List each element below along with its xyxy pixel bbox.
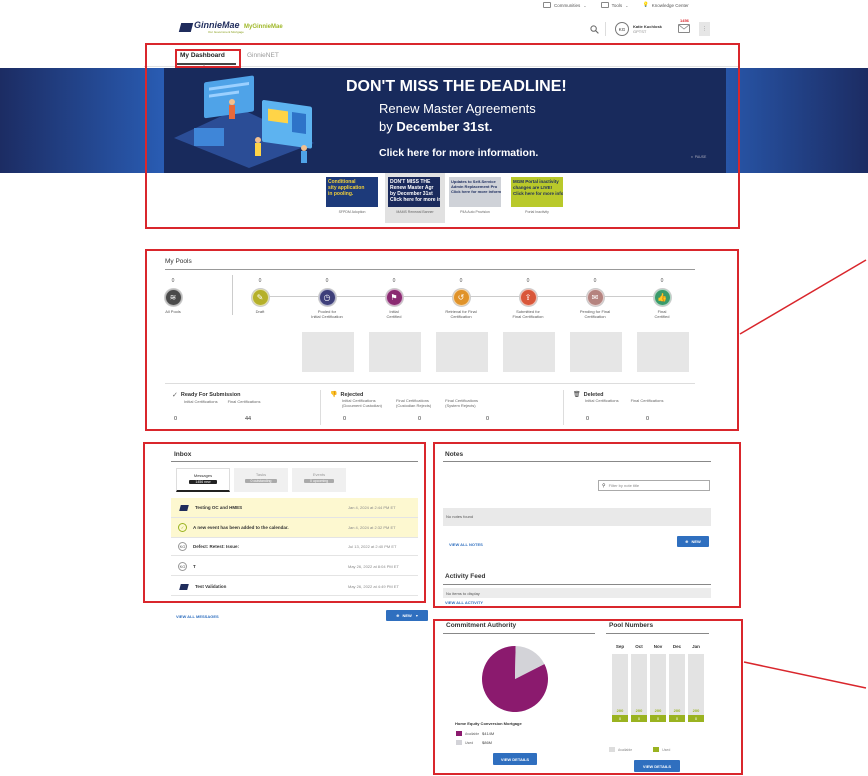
knowledge-center-link[interactable]: Knowledge Center: [652, 3, 689, 8]
portal-name: MyGinnieMae: [244, 24, 283, 30]
communities-icon: [543, 2, 551, 8]
ginnie-mae-logo[interactable]: GinnieMae Our Government Mortgage: [178, 20, 244, 34]
apps-icon[interactable]: ⋮: [699, 22, 710, 36]
annotation-box-inbox: [143, 442, 426, 603]
new-button-label: NEW: [402, 613, 412, 618]
tools-icon: [600, 2, 609, 8]
annotation-box-banner: [145, 43, 740, 229]
annotation-box-notes: [433, 442, 741, 608]
chevron-down-icon: ▾: [415, 613, 418, 618]
view-all-messages-link[interactable]: VIEW ALL MESSAGES: [176, 614, 219, 619]
tools-link[interactable]: Tools: [612, 3, 623, 8]
logo-text: GinnieMae: [194, 20, 240, 30]
annotation-box-tab: [175, 49, 241, 68]
chevron-down-icon: ⌄: [625, 2, 629, 8]
plus-icon: ⊕: [396, 613, 400, 618]
logo-tagline: Our Government Mortgage: [208, 30, 244, 34]
annotation-arrow: [743, 661, 867, 689]
logo-mark-icon: [178, 22, 194, 32]
top-links: Communities ⌄ Tools ⌄ 💡 Knowledge Center: [543, 2, 689, 8]
annotation-arrow: [739, 259, 867, 335]
inbox-envelope-icon[interactable]: [678, 24, 690, 33]
user-sub: GPTST: [633, 28, 647, 34]
chevron-down-icon: ⌄: [583, 2, 587, 8]
notification-count: 1456: [680, 18, 689, 23]
header-divider: [605, 22, 606, 36]
communities-link[interactable]: Communities: [554, 3, 580, 8]
user-menu[interactable]: Katie Kuchlosk GPTST: [633, 24, 662, 34]
avatar[interactable]: KG: [615, 22, 629, 36]
new-message-button[interactable]: ⊕ NEW ▾: [386, 610, 428, 621]
annotation-box-pools: [145, 249, 739, 431]
annotation-box-charts: [433, 619, 743, 775]
search-icon[interactable]: [590, 25, 599, 34]
lightbulb-icon: 💡: [642, 2, 649, 8]
